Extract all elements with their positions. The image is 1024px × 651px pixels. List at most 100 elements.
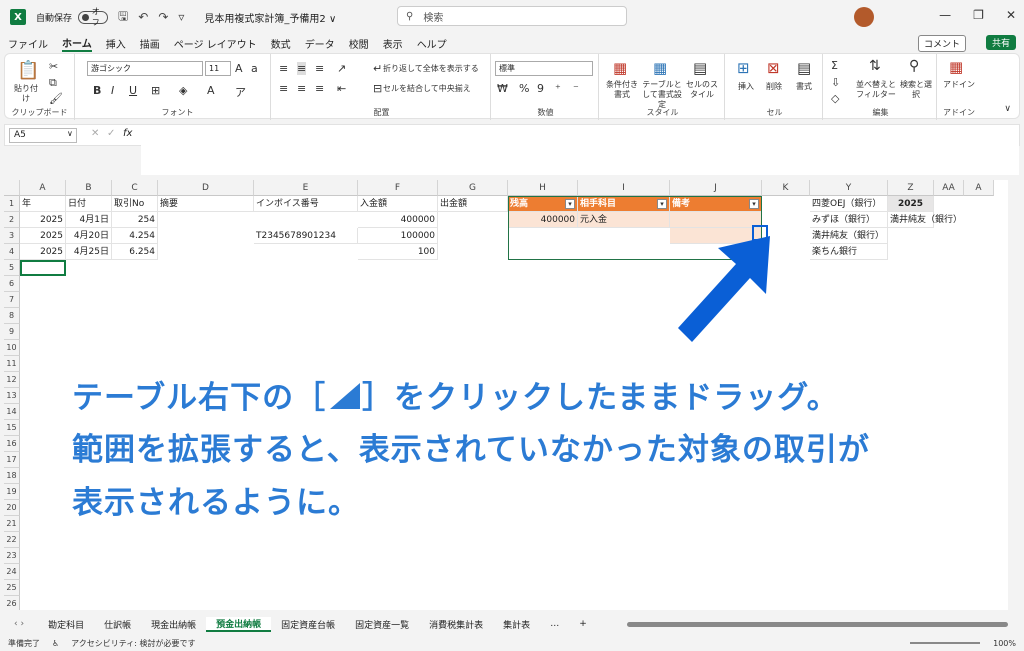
autosave-toggle[interactable]: オフ: [78, 7, 109, 27]
paste-label[interactable]: 貼り付け: [11, 84, 41, 104]
restore-icon[interactable]: ❐: [973, 8, 984, 22]
row-header[interactable]: 12: [4, 372, 20, 388]
italic-icon[interactable]: I: [111, 84, 114, 97]
column-header[interactable]: B: [66, 180, 112, 196]
document-title[interactable]: 見本用複式家計簿_予備用2 ∨: [204, 10, 336, 25]
cell-d1[interactable]: 摘要: [158, 196, 254, 212]
cell-b1[interactable]: 日付: [66, 196, 112, 212]
merge-center-button[interactable]: セルを結合して中央揃え: [383, 84, 471, 94]
row-header[interactable]: 3: [4, 228, 20, 244]
sheet-tab[interactable]: 預金出納帳: [206, 616, 272, 632]
sheet-nav-icon[interactable]: ‹ ›: [0, 619, 38, 629]
row-header[interactable]: 17: [4, 452, 20, 468]
align-middle-icon[interactable]: ≡: [297, 62, 307, 75]
row-header[interactable]: 7: [4, 292, 20, 308]
indent-icon[interactable]: ⇤: [337, 82, 346, 95]
formula-input[interactable]: [141, 125, 1019, 175]
delete-cells-icon[interactable]: ⊠: [767, 59, 780, 77]
ribbon-tab-0[interactable]: ファイル: [8, 36, 48, 51]
column-header[interactable]: I: [578, 180, 670, 196]
decrease-decimal-icon[interactable]: ⁻: [573, 82, 579, 95]
row-header[interactable]: 16: [4, 436, 20, 452]
row-header[interactable]: 9: [4, 324, 20, 340]
column-header[interactable]: K: [762, 180, 810, 196]
row-header[interactable]: 22: [4, 532, 20, 548]
increase-decimal-icon[interactable]: ⁺: [555, 82, 561, 95]
row-header[interactable]: 2: [4, 212, 20, 228]
save-icon[interactable]: 🖫: [118, 7, 128, 28]
avatar[interactable]: [854, 7, 874, 27]
accessibility-status[interactable]: アクセシビリティ: 検討が必要です: [71, 638, 195, 649]
align-left-icon[interactable]: ≡: [279, 82, 288, 95]
cell-z1[interactable]: 2025: [888, 196, 934, 212]
addins-icon[interactable]: ▦: [949, 58, 963, 76]
currency-icon[interactable]: ₩: [497, 82, 508, 95]
format-cells-button[interactable]: 書式: [791, 82, 817, 92]
cell-z2[interactable]: 満井純友（銀行）: [888, 212, 962, 228]
ribbon-tab-5[interactable]: 数式: [271, 36, 291, 51]
customize-toolbar-icon[interactable]: ▿: [178, 10, 184, 24]
format-painter-icon[interactable]: 🖌: [49, 92, 63, 105]
active-cell[interactable]: [20, 260, 66, 276]
sort-filter-icon[interactable]: ⇅: [869, 58, 881, 74]
copy-icon[interactable]: ⧉: [49, 76, 57, 90]
row-header[interactable]: 15: [4, 420, 20, 436]
insert-cells-icon[interactable]: ⊞: [737, 59, 750, 77]
cell-y2[interactable]: みずほ（銀行）: [810, 212, 888, 228]
align-top-icon[interactable]: ≡: [279, 62, 288, 75]
select-all-corner[interactable]: [4, 180, 20, 196]
column-header[interactable]: AA: [934, 180, 964, 196]
column-header[interactable]: D: [158, 180, 254, 196]
cell-g1[interactable]: 出金額: [438, 196, 508, 212]
zoom-level[interactable]: 100%: [993, 639, 1016, 648]
column-header[interactable]: Z: [888, 180, 934, 196]
cell-y4[interactable]: 楽ちん銀行: [810, 244, 888, 260]
ribbon-tab-2[interactable]: 挿入: [106, 36, 126, 51]
conditional-format-icon[interactable]: ▦: [613, 59, 627, 77]
format-table-icon[interactable]: ▦: [653, 59, 667, 77]
row-header[interactable]: 14: [4, 404, 20, 420]
horizontal-scrollbar[interactable]: [626, 621, 1008, 627]
row-header[interactable]: 24: [4, 564, 20, 580]
enter-icon[interactable]: ✓: [107, 128, 115, 139]
sheet-tab[interactable]: 仕訳帳: [94, 618, 141, 631]
row-header[interactable]: 5: [4, 260, 20, 276]
cell-c3[interactable]: 4.254: [112, 228, 158, 244]
fill-icon[interactable]: ⇩: [831, 76, 840, 89]
align-right-icon[interactable]: ≡: [315, 82, 324, 95]
insert-function-icon[interactable]: fx: [123, 128, 132, 139]
merge-center-icon[interactable]: ⊟: [373, 82, 382, 95]
column-header[interactable]: H: [508, 180, 578, 196]
cell-a3[interactable]: 2025: [20, 228, 66, 244]
cell-f3[interactable]: 100000: [358, 228, 438, 244]
cut-icon[interactable]: ✂: [49, 60, 58, 73]
sheet-tab[interactable]: 現金出納帳: [141, 618, 206, 631]
ribbon-tab-9[interactable]: ヘルプ: [417, 36, 447, 51]
align-center-icon[interactable]: ≡: [297, 82, 306, 95]
row-header[interactable]: 1: [4, 196, 20, 212]
row-header[interactable]: 20: [4, 500, 20, 516]
sheet-tab[interactable]: 固定資産一覧: [345, 618, 419, 631]
phonetic-icon[interactable]: ア: [235, 84, 246, 100]
row-header[interactable]: 21: [4, 516, 20, 532]
column-header[interactable]: E: [254, 180, 358, 196]
cell-b4[interactable]: 4月25日: [66, 244, 112, 260]
cell-f4[interactable]: 100: [358, 244, 438, 260]
align-bottom-icon[interactable]: ≡: [315, 62, 324, 75]
cell-b2[interactable]: 4月1日: [66, 212, 112, 228]
search-box[interactable]: ⚲ 検索: [397, 6, 627, 26]
ribbon-tab-8[interactable]: 表示: [383, 36, 403, 51]
bold-icon[interactable]: B: [93, 84, 101, 97]
column-header[interactable]: A: [20, 180, 66, 196]
ribbon-tab-4[interactable]: ページ レイアウト: [174, 36, 257, 51]
vertical-scrollbar[interactable]: [1008, 180, 1016, 610]
cell-a2[interactable]: 2025: [20, 212, 66, 228]
border-icon[interactable]: ⊞: [151, 84, 160, 97]
zoom-slider[interactable]: [910, 642, 980, 644]
add-sheet-button[interactable]: +: [569, 619, 597, 629]
sheet-tab[interactable]: 消費税集計表: [419, 618, 493, 631]
row-header[interactable]: 23: [4, 548, 20, 564]
cell-e3[interactable]: T2345678901234: [254, 228, 358, 244]
cell-f1[interactable]: 入金額: [358, 196, 438, 212]
row-header[interactable]: 18: [4, 468, 20, 484]
